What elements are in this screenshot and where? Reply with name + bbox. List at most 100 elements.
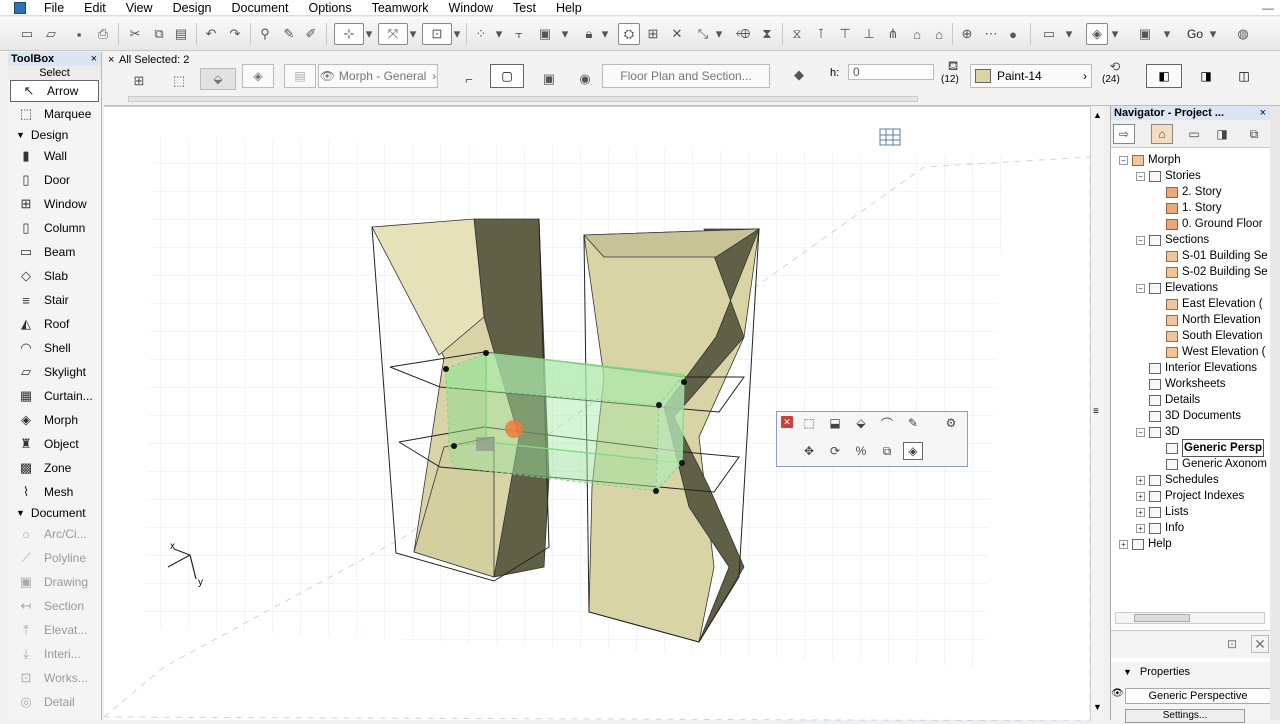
tool-section[interactable]: ↤ Section <box>8 594 101 618</box>
tree-elevations[interactable]: − Elevations <box>1136 280 1218 296</box>
grid-toggle-icon[interactable] <box>879 128 901 146</box>
tree-morph[interactable]: − Morph <box>1119 152 1181 168</box>
grid-snap-icon[interactable]: ⁘ <box>470 23 492 45</box>
tree-3d-documents[interactable]: 3D Documents <box>1136 408 1241 424</box>
offset-icon[interactable]: ⊤ <box>834 23 856 45</box>
tree-section-s01[interactable]: S-01 Building Se <box>1153 248 1268 264</box>
collapse-icon[interactable]: − <box>1136 283 1145 293</box>
gravity-icon[interactable]: ⊹ <box>334 23 364 45</box>
globe-icon[interactable]: ◍ <box>1232 23 1254 45</box>
infobox-close-button[interactable]: × <box>108 54 114 66</box>
find-select-icon[interactable]: ⚲ <box>254 23 276 45</box>
plan-view-icon[interactable]: ▭ <box>1038 23 1060 45</box>
tree-project-indexes[interactable]: + Project Indexes <box>1136 488 1244 504</box>
collapse-icon[interactable]: − <box>1136 427 1145 437</box>
rotate-morph-icon[interactable]: ⟳ <box>825 442 845 460</box>
group-dropdown-icon[interactable]: ▾ <box>560 23 570 45</box>
menu-test[interactable]: Test <box>503 0 546 16</box>
tree-south-elevation[interactable]: South Elevation <box>1153 328 1263 344</box>
redo-icon[interactable]: ↷ <box>224 23 246 45</box>
tree-generic-perspective[interactable]: Generic Persp <box>1153 439 1264 457</box>
tool-drawing[interactable]: ▣ Drawing <box>8 570 101 594</box>
infobox-scrollbar[interactable] <box>128 96 918 102</box>
grid-dropdown-icon[interactable]: ▾ <box>494 23 504 45</box>
scroll-grip-icon[interactable]: ≡ <box>1093 406 1099 417</box>
percent-icon[interactable]: % <box>851 442 871 460</box>
tree-info[interactable]: + Info <box>1136 520 1184 536</box>
settings-button[interactable]: Settings... <box>1125 709 1245 723</box>
menu-document[interactable]: Document <box>222 0 299 16</box>
render-icon[interactable]: ⋯ <box>980 23 1002 45</box>
box-geometry-button[interactable]: ▢ <box>490 64 524 88</box>
tool-zone[interactable]: ▩ Zone <box>8 456 101 480</box>
tool-morph[interactable]: ◈ Morph <box>8 408 101 432</box>
trim-icon[interactable]: ⌂ <box>906 23 928 45</box>
menu-edit[interactable]: Edit <box>74 0 116 16</box>
open-icon[interactable]: ▱ <box>40 23 62 45</box>
align-icon[interactable]: ⫟ <box>508 23 530 45</box>
tool-object[interactable]: ♜ Object <box>8 432 101 456</box>
floor-plan-display-dropdown[interactable]: Floor Plan and Section... <box>602 64 770 88</box>
collapse-icon[interactable]: − <box>1136 235 1145 245</box>
tool-interi[interactable]: ⤓ Interi... <box>8 642 101 666</box>
3d-viewport[interactable]: x y ✕ ⬚ ⬓ ⬙ ⌒ ✎ ⚙ ✥ ⟳ % ⧉ ◈ <box>102 106 1091 722</box>
collapse-icon[interactable]: − <box>1136 171 1145 181</box>
cut-icon[interactable]: ✂ <box>124 23 146 45</box>
offset-face-icon[interactable]: ⬓ <box>825 414 845 432</box>
surface-dropdown[interactable]: Paint-14 › <box>970 64 1092 88</box>
view-mode-1-button[interactable]: ◧ <box>1146 64 1182 88</box>
collapse-icon[interactable]: − <box>1119 155 1128 165</box>
expand-icon[interactable]: + <box>1136 475 1145 485</box>
elevate-morph-icon[interactable]: ◈ <box>903 442 923 460</box>
intersect-icon[interactable]: ⊥ <box>858 23 880 45</box>
tree-stories[interactable]: − Stories <box>1136 168 1201 184</box>
copy-icon[interactable]: ⧉ <box>148 23 170 45</box>
lock-icon[interactable]: 🔒︎ <box>578 23 600 45</box>
menu-design[interactable]: Design <box>163 0 222 16</box>
tool-beam[interactable]: ▭ Beam <box>8 240 101 264</box>
tree-story-1[interactable]: 1. Story <box>1153 200 1222 216</box>
tool-mesh[interactable]: ⌇ Mesh <box>8 480 101 504</box>
scroll-up-icon[interactable]: ▲ <box>1093 110 1102 120</box>
explode-icon[interactable]: ⊕ <box>956 23 978 45</box>
tool-arrow[interactable]: ↖ Arrow <box>10 80 99 102</box>
scroll-thumb[interactable] <box>1134 614 1190 622</box>
copy-morph-icon[interactable]: ⧉ <box>877 442 897 460</box>
tool-wall[interactable]: ▮ Wall <box>8 144 101 168</box>
morph-settings-button[interactable]: ◈ <box>242 64 274 88</box>
move-icon[interactable]: ✥ <box>799 442 819 460</box>
expand-icon[interactable]: + <box>1136 491 1145 501</box>
menu-options[interactable]: Options <box>298 0 361 16</box>
go-icon[interactable]: Go <box>1184 23 1206 45</box>
curve-edge-icon[interactable]: ⌒ <box>877 414 897 432</box>
group-icon[interactable]: ▣ <box>534 23 556 45</box>
menu-file[interactable]: File <box>34 0 74 16</box>
project-map-icon[interactable]: ⌂ <box>1151 124 1173 144</box>
menu-help[interactable]: Help <box>546 0 592 16</box>
new-view-icon[interactable]: ⊡ <box>1227 637 1245 653</box>
tool-works[interactable]: ⊡ Works... <box>8 666 101 690</box>
go-dropdown-icon[interactable]: ▾ <box>1208 23 1218 45</box>
tool-arc-ci[interactable]: ○ Arc/Ci... <box>8 522 101 546</box>
tree-west-elevation[interactable]: West Elevation ( <box>1153 344 1266 360</box>
tool-polyline[interactable]: ⟋ Polyline <box>8 546 101 570</box>
tree-generic-axonometry[interactable]: Generic Axonom <box>1153 456 1267 472</box>
height-input[interactable]: 0 <box>848 64 934 80</box>
3d-window-icon[interactable]: ◈ <box>1086 23 1108 45</box>
lock-dropdown-icon[interactable]: ▾ <box>600 23 610 45</box>
drag-icon[interactable]: ⤡ <box>692 23 714 45</box>
eyedropper-icon[interactable]: ✎ <box>278 23 300 45</box>
tool-elevat[interactable]: ⤒ Elevat... <box>8 618 101 642</box>
split-icon[interactable]: ⋔ <box>882 23 904 45</box>
settings-palette-icon[interactable]: ⚙ <box>941 414 961 432</box>
box-shape-icon[interactable]: ▣ <box>538 68 560 90</box>
tool-column[interactable]: ▯ Column <box>8 216 101 240</box>
document-group-header[interactable]: ▼ Document <box>8 504 101 522</box>
tree-lists[interactable]: + Lists <box>1136 504 1189 520</box>
layer-icon[interactable]: ⊞ <box>642 23 664 45</box>
tool-shell[interactable]: ◠ Shell <box>8 336 101 360</box>
layout-icon[interactable]: ▣ <box>1134 23 1156 45</box>
tree-north-elevation[interactable]: North Elevation <box>1153 312 1261 328</box>
syringe-icon[interactable]: ✐ <box>300 23 322 45</box>
tree-ground-floor[interactable]: 0. Ground Floor <box>1153 216 1263 232</box>
